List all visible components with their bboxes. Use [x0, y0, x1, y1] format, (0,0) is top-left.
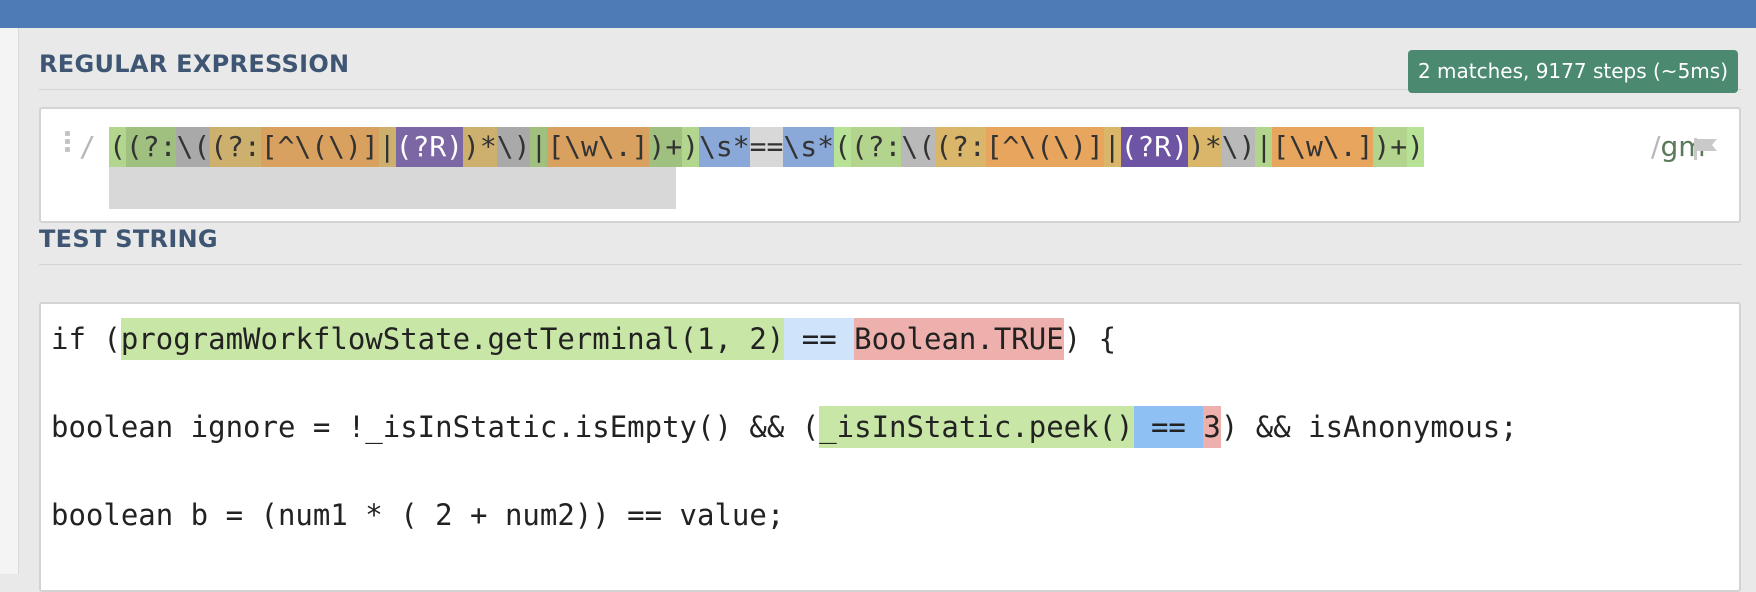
test-string-section-title: TEST STRING — [39, 225, 218, 253]
regex-token: [^\(\)] — [985, 127, 1104, 167]
test-line: boolean ignore = !_isInStatic.isEmpty() … — [51, 406, 1518, 448]
match-segment: programWorkflowState.getTerminal(1, 2) — [120, 318, 785, 360]
regex-token: \) — [496, 127, 531, 167]
test-line: if (programWorkflowState.getTerminal(1, … — [51, 318, 1116, 360]
test-string-editor[interactable]: if (programWorkflowState.getTerminal(1, … — [39, 302, 1741, 592]
regex-token: | — [1255, 127, 1273, 167]
regex-token: )* — [1188, 127, 1222, 167]
regex-token: \s* — [783, 127, 834, 167]
regex-token: ( — [833, 127, 851, 167]
regex-token: )* — [463, 127, 497, 167]
regex-token: ( — [125, 127, 143, 167]
regex-token: \s* — [699, 127, 750, 167]
regex-token: ?: — [227, 127, 261, 167]
regex-token: ?: — [867, 127, 902, 167]
regex-editor[interactable]: / ((?:\((?:[^\(\)]|(?R))*\)|[\w\.])+)\s*… — [39, 107, 1741, 223]
regex-token: ) — [1407, 127, 1425, 167]
regex-token: \( — [176, 127, 211, 167]
text-segment: boolean b = (num1 * ( 2 + num2)) == valu… — [51, 498, 785, 532]
match-segment: Boolean.TRUE — [854, 318, 1064, 360]
regex-token: [\w\.] — [547, 127, 649, 167]
regex-token: (?: — [935, 127, 986, 167]
flag-icon[interactable] — [1693, 137, 1719, 161]
regex-token: )+ — [648, 127, 683, 167]
regex-line-wrap-highlight — [109, 167, 676, 209]
regex-token: | — [1103, 127, 1121, 167]
match-segment: 3 — [1203, 406, 1221, 448]
regex-section-title: REGULAR EXPRESSION — [39, 50, 350, 78]
regex-token: \( — [901, 127, 936, 167]
regex-token: ( — [850, 127, 868, 167]
regex-token: ( — [109, 127, 126, 167]
text-segment: ) && isAnonymous; — [1220, 410, 1518, 444]
regex-token: | — [378, 127, 396, 167]
regex-token: \) — [1221, 127, 1256, 167]
match-segment: == — [784, 318, 855, 360]
regex-token: ( — [210, 127, 228, 167]
regex-token: (?R) — [395, 127, 464, 167]
regex-token: (?R) — [1120, 127, 1188, 167]
drag-handle-icon[interactable] — [65, 131, 73, 157]
match-info-badge: 2 matches, 9177 steps (~5ms) — [1407, 50, 1738, 93]
text-segment: ) { — [1063, 322, 1117, 356]
top-bar — [0, 0, 1756, 28]
regex-token: )+ — [1373, 127, 1408, 167]
regex-input[interactable]: ((?:\((?:[^\(\)]|(?R))*\)|[\w\.])+)\s*==… — [109, 127, 1425, 167]
regex-token: ?: — [142, 127, 177, 167]
regex-open-delimiter: / — [79, 130, 96, 163]
text-segment: if ( — [51, 322, 121, 356]
test-title-divider — [39, 264, 1742, 265]
regex-token: ) — [682, 127, 700, 167]
regex-token: | — [530, 127, 548, 167]
test-line: boolean b = (num1 * ( 2 + num2)) == valu… — [51, 494, 784, 536]
left-sidebar-edge — [0, 28, 19, 574]
match-segment: _isInStatic.peek() — [819, 406, 1134, 448]
regex-token: == — [749, 127, 784, 167]
match-segment: == — [1133, 406, 1204, 448]
regex-token: [^\(\)] — [260, 127, 379, 167]
regex-token: [\w\.] — [1272, 127, 1374, 167]
text-segment: boolean ignore = !_isInStatic.isEmpty() … — [51, 410, 820, 444]
